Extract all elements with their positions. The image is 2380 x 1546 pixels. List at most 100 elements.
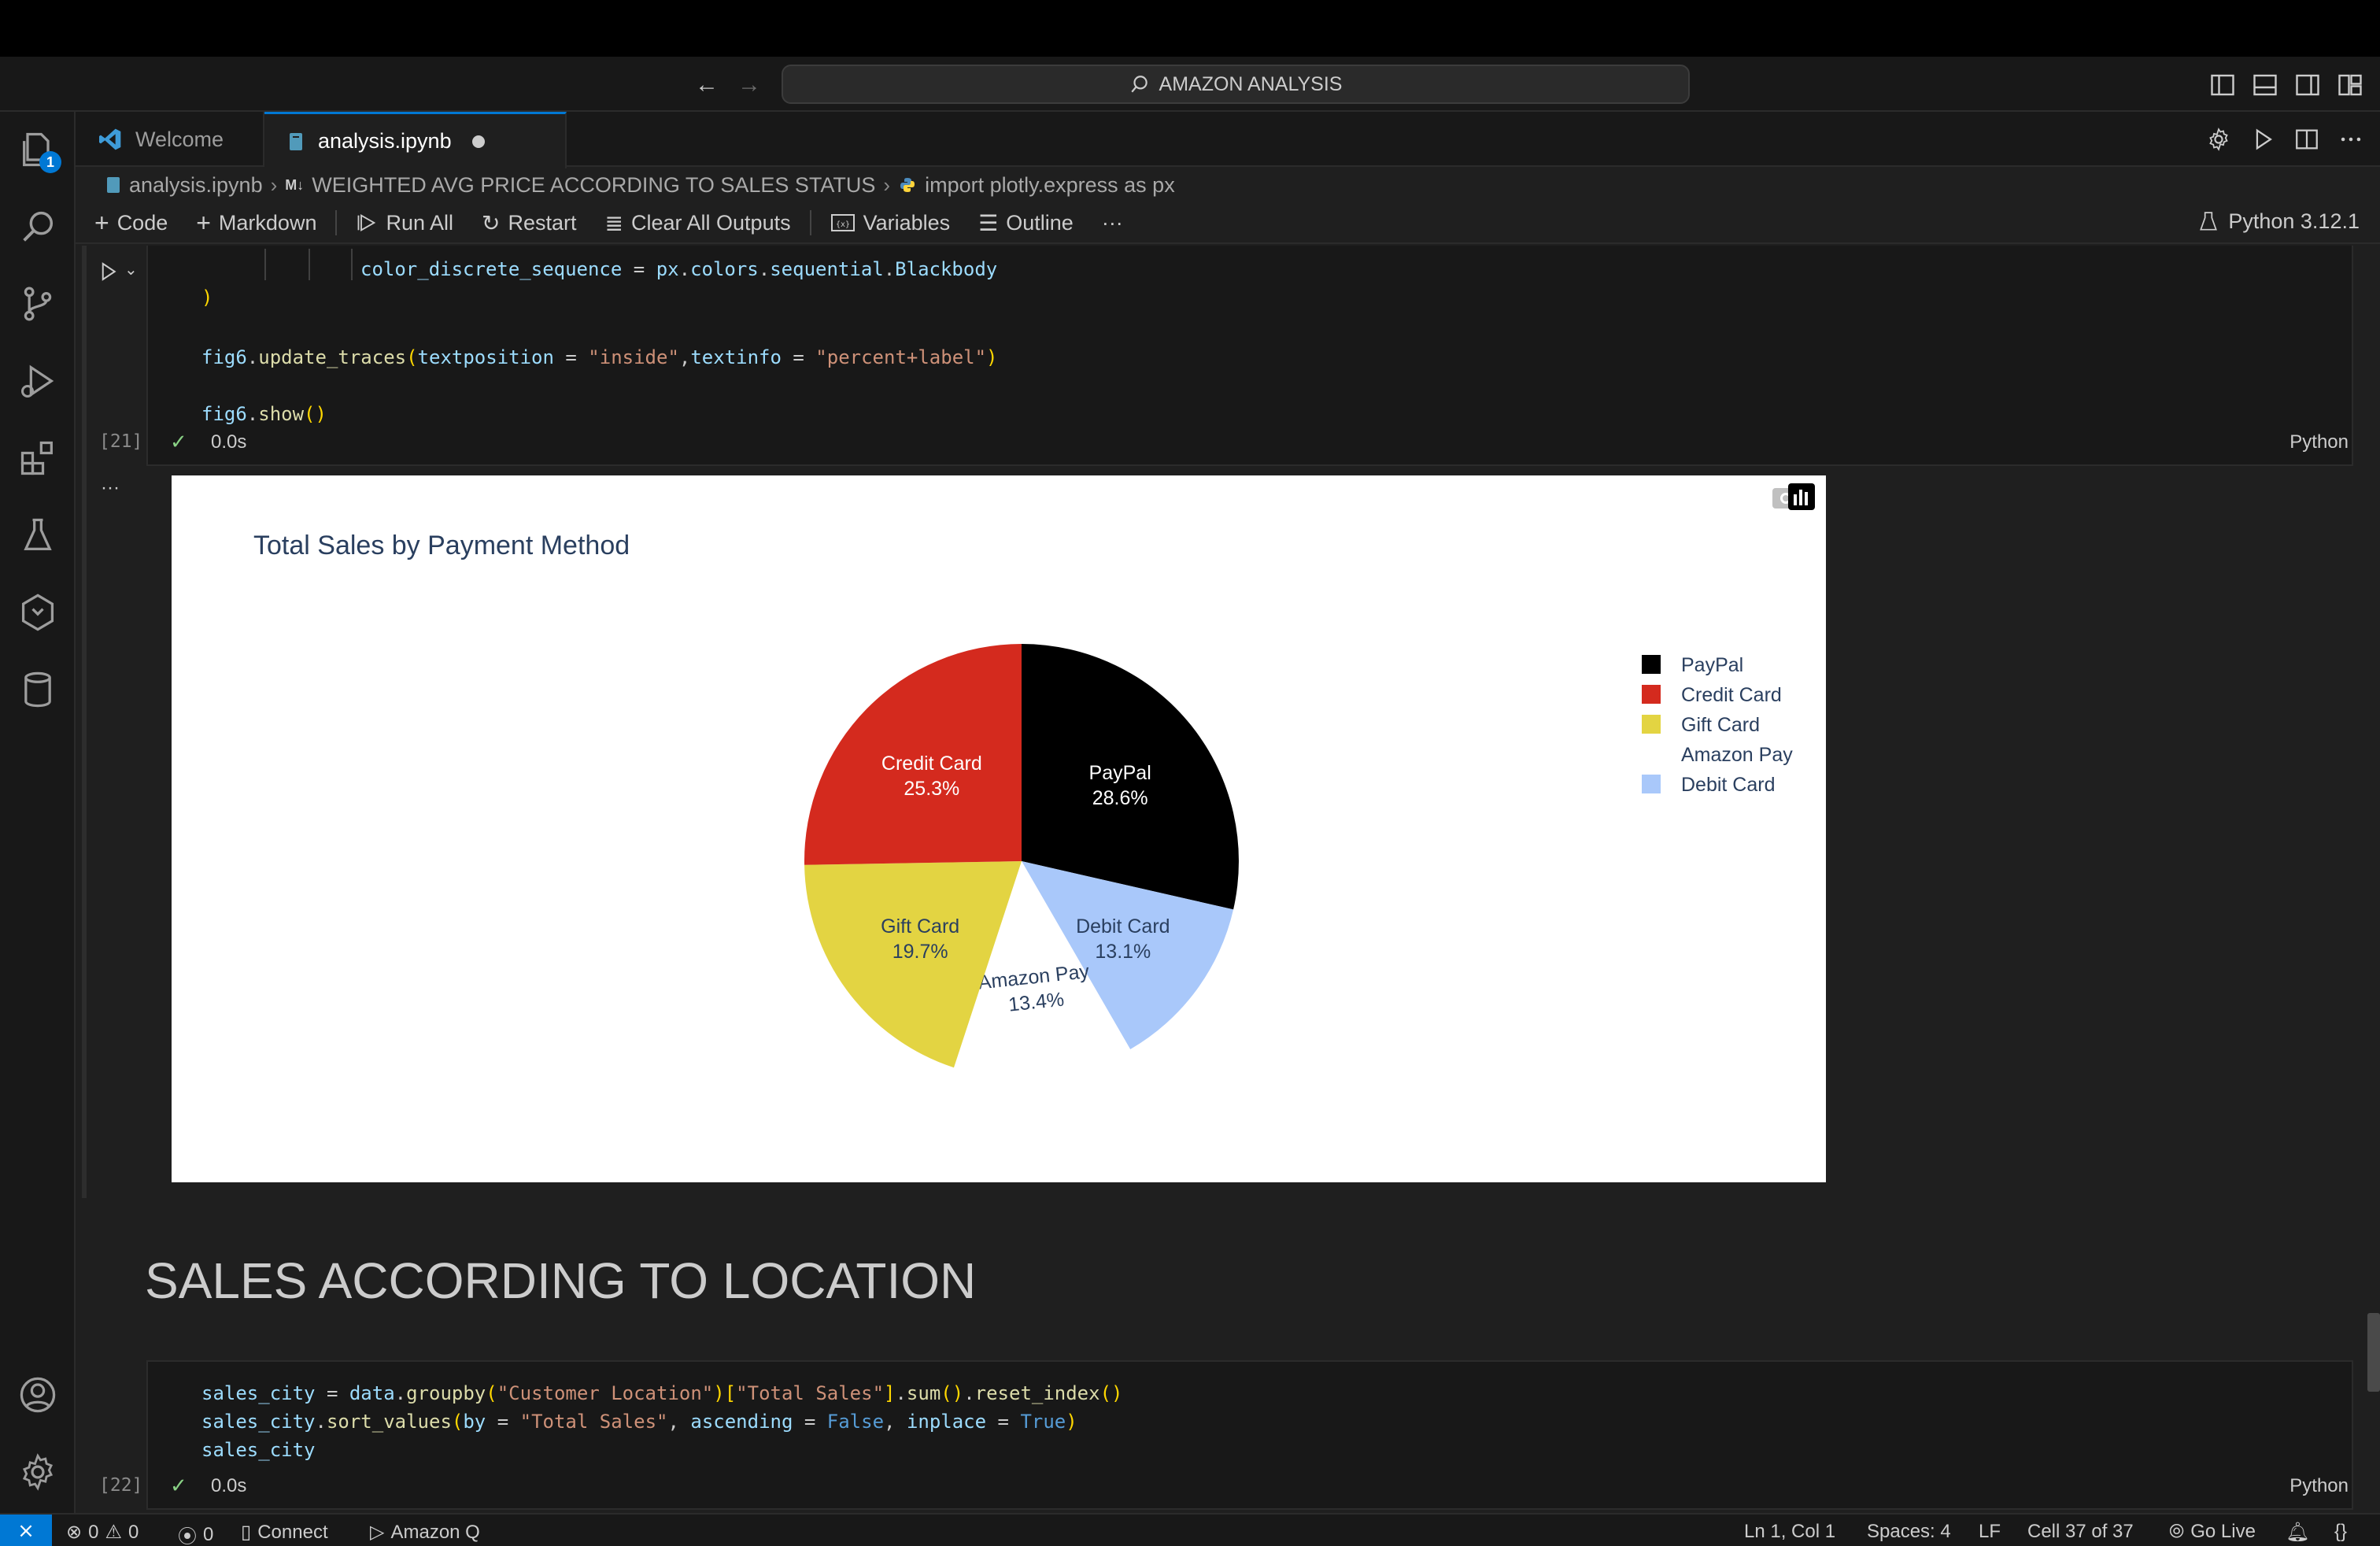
- cell-focus-indicator: [82, 246, 87, 1198]
- markdown-icon: M↓: [285, 176, 305, 193]
- ports-count: 0: [203, 1523, 214, 1545]
- variables-icon: {x}: [830, 214, 855, 231]
- code-line: fig6.show(): [201, 403, 327, 425]
- end-of-line[interactable]: LF: [1979, 1521, 2001, 1543]
- broadcast-icon: ⦿: [178, 1526, 197, 1546]
- tab-label: Welcome: [135, 127, 224, 151]
- source-control-icon[interactable]: [17, 283, 58, 324]
- legend-label[interactable]: PayPal: [1681, 654, 1743, 676]
- go-live-label: Go Live: [2190, 1521, 2256, 1542]
- split-editor-icon[interactable]: [2293, 126, 2320, 153]
- settings-gear-icon[interactable]: [17, 1452, 58, 1492]
- play-icon: ▷: [370, 1522, 385, 1543]
- breadcrumb: analysis.ipynb › M↓ WEIGHTED AVG PRICE A…: [76, 167, 2380, 203]
- more-actions-icon[interactable]: [2338, 126, 2364, 153]
- run-debug-icon[interactable]: [17, 361, 58, 401]
- restart-button[interactable]: ↻ Restart: [482, 210, 577, 236]
- breadcrumb-cell[interactable]: import plotly.express as px: [925, 173, 1175, 198]
- toggle-secondary-sidebar-icon[interactable]: [2293, 71, 2322, 99]
- code-line: fig6.update_traces(textposition = "insid…: [201, 346, 998, 368]
- database-icon[interactable]: [17, 669, 58, 710]
- execution-time: 0.0s: [211, 1475, 247, 1496]
- testing-flask-icon[interactable]: [17, 515, 58, 556]
- search-icon[interactable]: [17, 206, 58, 247]
- legend-swatch[interactable]: [1642, 775, 1661, 793]
- svg-text:{x}: {x}: [836, 220, 850, 229]
- toolbar-divider: [809, 210, 811, 235]
- go-live-button[interactable]: ⦾ Go Live: [2169, 1521, 2256, 1543]
- forward-arrow-icon[interactable]: →: [735, 71, 763, 99]
- warning-icon: ⚠: [105, 1522, 122, 1543]
- run-all-icon: [358, 214, 376, 231]
- legend-swatch[interactable]: [1642, 745, 1661, 764]
- breadcrumb-section[interactable]: WEIGHTED AVG PRICE ACCORDING TO SALES ST…: [312, 173, 875, 198]
- chevron-down-icon[interactable]: ⌄: [124, 260, 138, 279]
- plotly-logo-icon[interactable]: [1788, 483, 1815, 510]
- toolbar-more-button[interactable]: ···: [1102, 211, 1123, 235]
- scrollbar-thumb[interactable]: [2367, 1313, 2380, 1392]
- status-bar: ⨯ ⊗ 0 ⚠ 0 ⦿ 0 ▯ Connect ▷ Amazon Q Ln 1, Col …: [0, 1513, 2380, 1546]
- variables-button[interactable]: {x} Variables: [830, 211, 950, 235]
- ports-indicator[interactable]: ⦿ 0: [178, 1521, 213, 1546]
- clear-all-outputs-button[interactable]: ≣ Clear All Outputs: [605, 210, 791, 236]
- notifications-bell-icon[interactable]: 🔔︎: [2286, 1521, 2309, 1544]
- activity-bar: 1: [0, 112, 76, 1513]
- plus-icon: +: [94, 208, 109, 237]
- toggle-primary-sidebar-icon[interactable]: [2208, 71, 2237, 99]
- legend-label[interactable]: Gift Card: [1681, 714, 1760, 736]
- command-center-label: AMAZON ANALYSIS: [1159, 72, 1343, 95]
- run-cell-icon[interactable]: [96, 260, 120, 283]
- code-cell-21[interactable]: color_discrete_sequence = px.colors.sequ…: [146, 246, 2353, 466]
- indentation[interactable]: Spaces: 4: [1867, 1521, 1951, 1543]
- cell-language[interactable]: Python: [2289, 431, 2349, 453]
- kernel-picker[interactable]: Python 3.12.1: [2198, 209, 2360, 234]
- output-more-button[interactable]: ···: [101, 477, 120, 499]
- remote-hex-icon[interactable]: [17, 592, 58, 633]
- success-check-icon: ✓: [170, 430, 187, 453]
- plotly-chart-output[interactable]: Total Sales by Payment Method PayPal 28.6…: [172, 475, 1826, 1182]
- notebook-editor: color_discrete_sequence = px.colors.sequ…: [76, 246, 2380, 1513]
- tab-welcome[interactable]: Welcome: [76, 112, 264, 167]
- error-icon: ⊗: [66, 1522, 83, 1543]
- legend-swatch[interactable]: [1642, 685, 1661, 704]
- legend-label[interactable]: Credit Card: [1681, 684, 1782, 706]
- editor-tab-bar: Welcome analysis.ipynb: [76, 112, 2380, 168]
- outline-list-icon: ☰: [978, 210, 999, 235]
- back-arrow-icon[interactable]: ←: [693, 71, 721, 99]
- cell-indicator[interactable]: Cell 37 of 37: [2027, 1521, 2134, 1543]
- amazon-q-button[interactable]: ▷ Amazon Q: [370, 1521, 480, 1544]
- tab-analysis-ipynb[interactable]: analysis.ipynb: [264, 112, 567, 168]
- command-center[interactable]: AMAZON ANALYSIS: [782, 65, 1690, 104]
- run-icon[interactable]: [2249, 126, 2276, 153]
- outline-button[interactable]: ☰ Outline: [978, 210, 1074, 236]
- toolbar-divider: [335, 210, 338, 235]
- cursor-position[interactable]: Ln 1, Col 1: [1744, 1521, 1835, 1543]
- legend-label[interactable]: Debit Card: [1681, 774, 1776, 796]
- legend-label[interactable]: Amazon Pay: [1681, 744, 1793, 766]
- legend-swatch[interactable]: [1642, 655, 1661, 674]
- toggle-panel-icon[interactable]: [2251, 71, 2279, 99]
- unsaved-dot-icon[interactable]: [471, 135, 485, 148]
- markdown-heading[interactable]: SALES ACCORDING TO LOCATION: [145, 1252, 976, 1310]
- copilot-braces-icon[interactable]: {}: [2334, 1521, 2347, 1543]
- add-markdown-cell-button[interactable]: + Markdown: [196, 209, 316, 238]
- account-icon[interactable]: [17, 1374, 58, 1415]
- error-count: 0: [88, 1521, 99, 1543]
- customize-layout-icon[interactable]: [2336, 71, 2364, 99]
- restart-label: Restart: [508, 210, 577, 235]
- plus-icon: +: [196, 208, 211, 237]
- problems-indicator[interactable]: ⊗ 0 ⚠ 0: [66, 1521, 139, 1544]
- breadcrumb-file[interactable]: analysis.ipynb: [129, 173, 263, 198]
- run-all-button[interactable]: Run All: [356, 211, 453, 235]
- outline-label: Outline: [1006, 210, 1074, 235]
- connect-button[interactable]: ▯ Connect: [241, 1521, 328, 1544]
- cell-language[interactable]: Python: [2289, 1475, 2349, 1497]
- add-code-cell-button[interactable]: + Code: [94, 209, 168, 238]
- legend-swatch[interactable]: [1642, 715, 1661, 734]
- execution-count: [22]: [99, 1475, 143, 1496]
- gear-icon[interactable]: [2205, 126, 2232, 153]
- remote-indicator-icon[interactable]: ⨯: [0, 1515, 52, 1546]
- code-line: sales_city = data.groupby("Customer Loca…: [201, 1382, 1123, 1404]
- extensions-icon[interactable]: [17, 438, 58, 479]
- code-cell-22[interactable]: sales_city = data.groupby("Customer Loca…: [146, 1360, 2353, 1510]
